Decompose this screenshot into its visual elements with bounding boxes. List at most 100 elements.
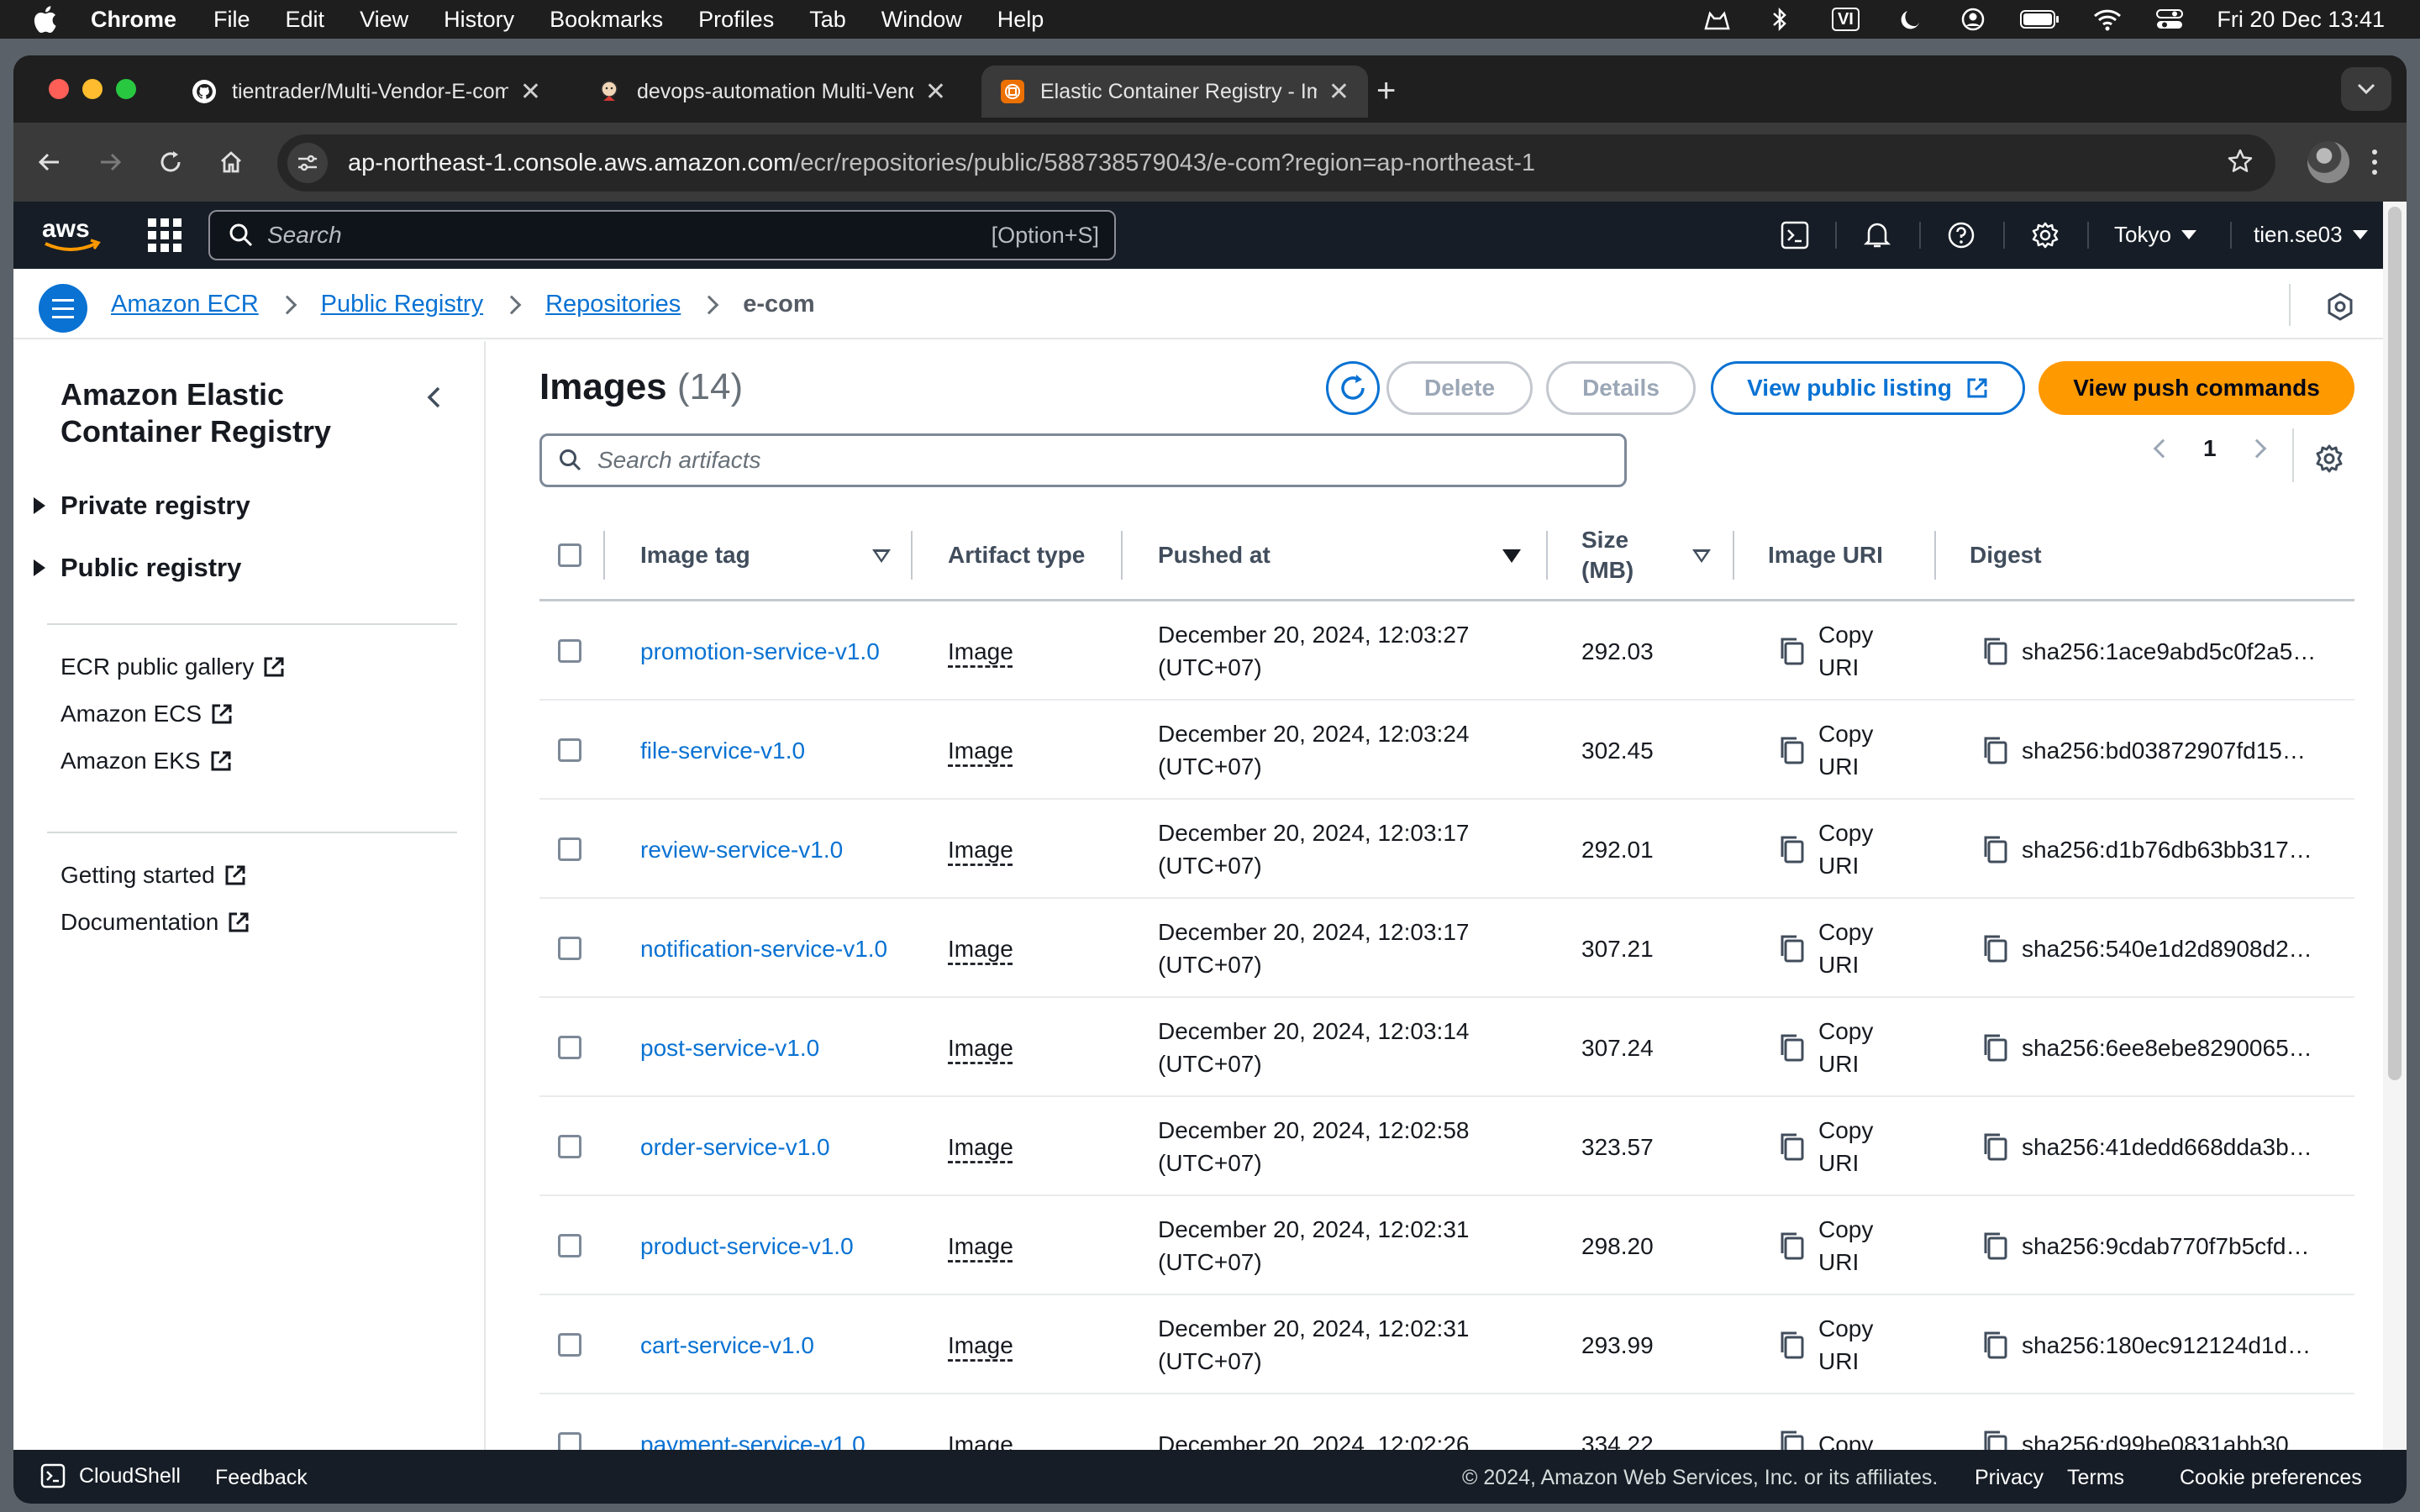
- menu-window[interactable]: Window: [881, 7, 962, 33]
- app-menu-chrome[interactable]: Chrome: [91, 7, 176, 33]
- sidebar-link-amazon-ecs[interactable]: Amazon ECS: [60, 701, 234, 727]
- image-tag-link[interactable]: file-service-v1.0: [640, 734, 805, 767]
- bluetooth-icon[interactable]: [1765, 7, 1795, 32]
- notifications-bell-icon[interactable]: [1860, 218, 1894, 252]
- copy-uri-button[interactable]: Copy URI: [1778, 1196, 1887, 1295]
- row-checkbox[interactable]: [558, 937, 581, 960]
- page-settings-icon[interactable]: [2326, 292, 2354, 321]
- breadcrumb-repositories[interactable]: Repositories: [545, 291, 681, 318]
- cat-status-icon[interactable]: [1702, 7, 1733, 32]
- copy-uri-button[interactable]: Copy URI: [1778, 899, 1887, 998]
- view-public-listing-button[interactable]: View public listing: [1711, 361, 2025, 415]
- column-header-size[interactable]: Size (MB): [1581, 509, 1640, 601]
- next-page-icon[interactable]: [2247, 438, 2266, 459]
- column-header-pushed-at[interactable]: Pushed at: [1158, 509, 1270, 601]
- control-center-icon[interactable]: [2154, 7, 2185, 32]
- breadcrumb-amazon-ecr[interactable]: Amazon ECR: [111, 291, 259, 318]
- row-checkbox[interactable]: [558, 639, 581, 663]
- reload-icon[interactable]: [151, 143, 190, 181]
- select-all-checkbox[interactable]: [558, 543, 581, 567]
- account-menu[interactable]: tien.se03: [2254, 222, 2368, 248]
- input-source-icon[interactable]: VI: [1827, 7, 1864, 32]
- copy-digest-button[interactable]: sha256:9cdab770f7b5cfd…: [1981, 1196, 2343, 1295]
- zoom-window-button[interactable]: [116, 79, 136, 99]
- row-checkbox[interactable]: [558, 1135, 581, 1158]
- chrome-menu-icon[interactable]: [2363, 141, 2386, 183]
- previous-page-icon[interactable]: [2153, 438, 2173, 459]
- privacy-link[interactable]: Privacy: [1975, 1466, 2044, 1490]
- sidebar-item-public-registry[interactable]: Public registry: [34, 553, 241, 583]
- copy-uri-button[interactable]: Copy URI: [1778, 601, 1887, 701]
- terms-link[interactable]: Terms: [2067, 1466, 2124, 1490]
- copy-uri-button[interactable]: Copy URI: [1778, 1097, 1887, 1196]
- details-button[interactable]: Details: [1546, 361, 1696, 415]
- copy-digest-button[interactable]: sha256:41dedd668dda3b…: [1981, 1097, 2343, 1196]
- copy-uri-button[interactable]: Copy URI: [1778, 1295, 1887, 1394]
- menu-file[interactable]: File: [213, 7, 250, 33]
- image-tag-link[interactable]: product-service-v1.0: [640, 1230, 854, 1263]
- copy-digest-button[interactable]: sha256:bd03872907fd15…: [1981, 701, 2343, 800]
- user-account-icon[interactable]: [1958, 7, 1988, 32]
- row-checkbox[interactable]: [558, 1333, 581, 1357]
- sort-descending-icon[interactable]: [1502, 549, 1521, 563]
- copy-digest-button[interactable]: sha256:180ec912124d1d…: [1981, 1295, 2343, 1394]
- sidebar-link-documentation[interactable]: Documentation: [60, 909, 250, 936]
- search-artifacts-input[interactable]: Search artifacts: [539, 433, 1627, 487]
- address-bar[interactable]: ap-northeast-1.console.aws.amazon.com/ec…: [277, 134, 2275, 192]
- tab-ecr[interactable]: Elastic Container Registry - Im ✕: [981, 66, 1368, 118]
- copy-digest-button[interactable]: sha256:1ace9abd5c0f2a5…: [1981, 601, 2343, 701]
- focus-moon-icon[interactable]: [1896, 7, 1926, 32]
- image-tag-link[interactable]: promotion-service-v1.0: [640, 635, 880, 668]
- back-icon[interactable]: [30, 143, 69, 181]
- artifact-type[interactable]: Image: [948, 833, 1013, 866]
- sort-icon[interactable]: [872, 549, 891, 563]
- artifact-type[interactable]: Image: [948, 1032, 1013, 1064]
- menu-view[interactable]: View: [360, 7, 408, 33]
- artifact-type[interactable]: Image: [948, 932, 1013, 965]
- image-tag-link[interactable]: cart-service-v1.0: [640, 1329, 814, 1362]
- refresh-button[interactable]: [1326, 361, 1380, 415]
- settings-gear-icon[interactable]: [2028, 218, 2062, 252]
- sort-icon[interactable]: [1692, 549, 1711, 563]
- bookmark-star-icon[interactable]: [2227, 148, 2254, 179]
- column-header-image-tag[interactable]: Image tag: [640, 509, 750, 601]
- artifact-type[interactable]: Image: [948, 1329, 1013, 1362]
- aws-logo[interactable]: aws: [40, 213, 104, 257]
- feedback-link[interactable]: Feedback: [215, 1466, 308, 1490]
- cloudshell-footer-button[interactable]: CloudShell: [40, 1463, 181, 1488]
- delete-button[interactable]: Delete: [1386, 361, 1533, 415]
- row-checkbox[interactable]: [558, 837, 581, 861]
- close-window-button[interactable]: [49, 79, 69, 99]
- breadcrumb-public-registry[interactable]: Public Registry: [321, 291, 483, 318]
- aws-search-input[interactable]: Search [Option+S]: [208, 210, 1116, 260]
- image-tag-link[interactable]: notification-service-v1.0: [640, 932, 887, 965]
- sidebar-item-private-registry[interactable]: Private registry: [34, 491, 250, 521]
- copy-uri-button[interactable]: Copy URI: [1778, 701, 1887, 800]
- apple-menu-icon[interactable]: [32, 0, 79, 39]
- region-selector[interactable]: Tokyo: [2114, 222, 2196, 248]
- copy-digest-button[interactable]: sha256:d1b76db63bb317…: [1981, 800, 2343, 899]
- artifact-type[interactable]: Image: [948, 734, 1013, 767]
- menu-edit[interactable]: Edit: [286, 7, 325, 33]
- row-checkbox[interactable]: [558, 1036, 581, 1059]
- profile-avatar[interactable]: [2307, 141, 2349, 183]
- copy-uri-button[interactable]: Copy URI: [1778, 998, 1887, 1097]
- sidebar-link-getting-started[interactable]: Getting started: [60, 862, 247, 889]
- services-menu-icon[interactable]: [148, 218, 182, 252]
- copy-digest-button[interactable]: sha256:6ee8ebe8290065…: [1981, 998, 2343, 1097]
- minimize-window-button[interactable]: [82, 79, 103, 99]
- artifact-type[interactable]: Image: [948, 635, 1013, 668]
- menu-tab[interactable]: Tab: [809, 7, 846, 33]
- close-tab-icon[interactable]: ✕: [520, 77, 541, 107]
- menubar-clock[interactable]: Fri 20 Dec 13:41: [2217, 7, 2385, 33]
- menu-history[interactable]: History: [444, 7, 514, 33]
- tab-jenkins[interactable]: devops-automation Multi-Vendor ✕: [578, 66, 965, 118]
- collapse-sidebar-icon[interactable]: [422, 385, 447, 410]
- wifi-icon[interactable]: [2092, 7, 2123, 32]
- artifact-type[interactable]: Image: [948, 1131, 1013, 1163]
- view-push-commands-button[interactable]: View push commands: [2039, 361, 2354, 415]
- menu-bookmarks[interactable]: Bookmarks: [550, 7, 663, 33]
- menu-profiles[interactable]: Profiles: [698, 7, 774, 33]
- table-preferences-gear-icon[interactable]: [2314, 444, 2344, 474]
- sidebar-link-amazon-eks[interactable]: Amazon EKS: [60, 748, 233, 774]
